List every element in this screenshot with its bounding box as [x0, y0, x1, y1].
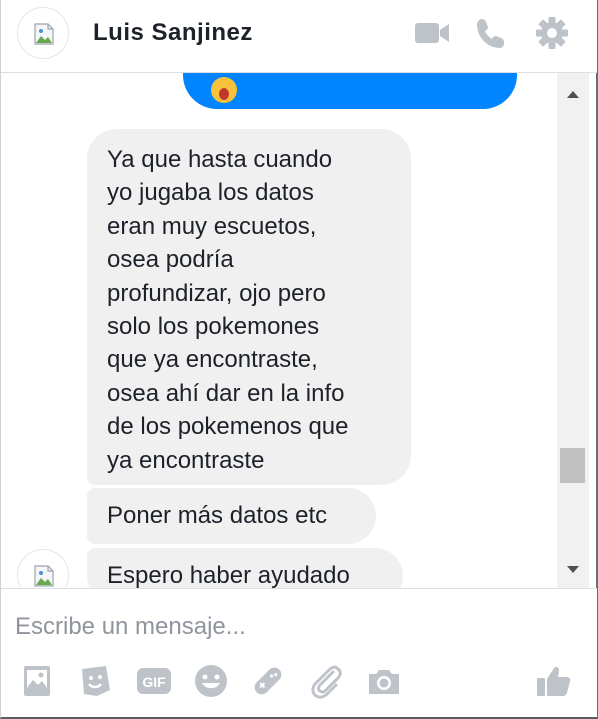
message-line: Espero haber ayudado: [107, 562, 350, 588]
incoming-message[interactable]: Ya que hasta cuando yo jugaba los datos …: [87, 129, 411, 485]
message-line: osea ahí dar en la info: [107, 379, 345, 407]
message-line: profundizar, ojo pero: [107, 279, 326, 307]
chat-header: Luis Sanjinez: [1, 0, 597, 73]
surprised-face-emoji-icon: [211, 77, 237, 103]
message-line: Ya que hasta cuando: [107, 146, 333, 173]
message-line: yo jugaba los datos: [107, 179, 314, 207]
game-icon[interactable]: [249, 662, 287, 700]
message-line: Poner más datos etc: [107, 502, 328, 529]
message-line: que ya encontraste,: [107, 346, 318, 374]
message-input[interactable]: [15, 609, 575, 645]
scrollbar-thumb[interactable]: [560, 448, 585, 484]
message-line: solo los pokemones: [107, 313, 320, 341]
message-line: eran muy escuetos,: [107, 212, 317, 240]
sticker-icon[interactable]: [77, 662, 115, 700]
scroll-down-arrow-icon[interactable]: [557, 558, 589, 582]
video-call-icon[interactable]: [413, 16, 451, 50]
message-scrollbar[interactable]: [557, 73, 589, 588]
sender-avatar[interactable]: [17, 549, 69, 588]
attachment-icon[interactable]: [307, 662, 345, 700]
message-line: de los pokemenos que: [107, 413, 349, 441]
settings-gear-icon[interactable]: [533, 16, 571, 50]
incoming-message[interactable]: Poner más datos etc: [87, 488, 376, 544]
outgoing-message[interactable]: sabía que existía: [183, 73, 517, 142]
gif-label: GIF: [142, 674, 166, 690]
chat-window: Luis Sanjinez sabía que existía: [0, 0, 598, 719]
contact-name[interactable]: Luis Sanjinez: [93, 19, 253, 47]
message-line: osea podría: [107, 246, 234, 274]
incoming-message[interactable]: Espero haber ayudado: [87, 548, 403, 588]
message-composer: GIF: [1, 588, 597, 717]
photo-icon[interactable]: [19, 662, 57, 700]
gif-icon[interactable]: GIF: [135, 662, 173, 700]
camera-icon[interactable]: [365, 662, 403, 700]
phone-call-icon[interactable]: [473, 16, 511, 50]
thumbs-up-icon[interactable]: [534, 662, 572, 700]
broken-image-icon: [34, 565, 54, 587]
scroll-up-arrow-icon[interactable]: [557, 81, 589, 105]
contact-avatar[interactable]: [17, 7, 69, 59]
broken-image-icon: [34, 23, 54, 45]
message-list[interactable]: sabía que existía Ya que hasta cuando yo…: [1, 73, 557, 588]
message-line: ya encontraste: [107, 446, 265, 474]
emoji-icon[interactable]: [192, 662, 230, 700]
